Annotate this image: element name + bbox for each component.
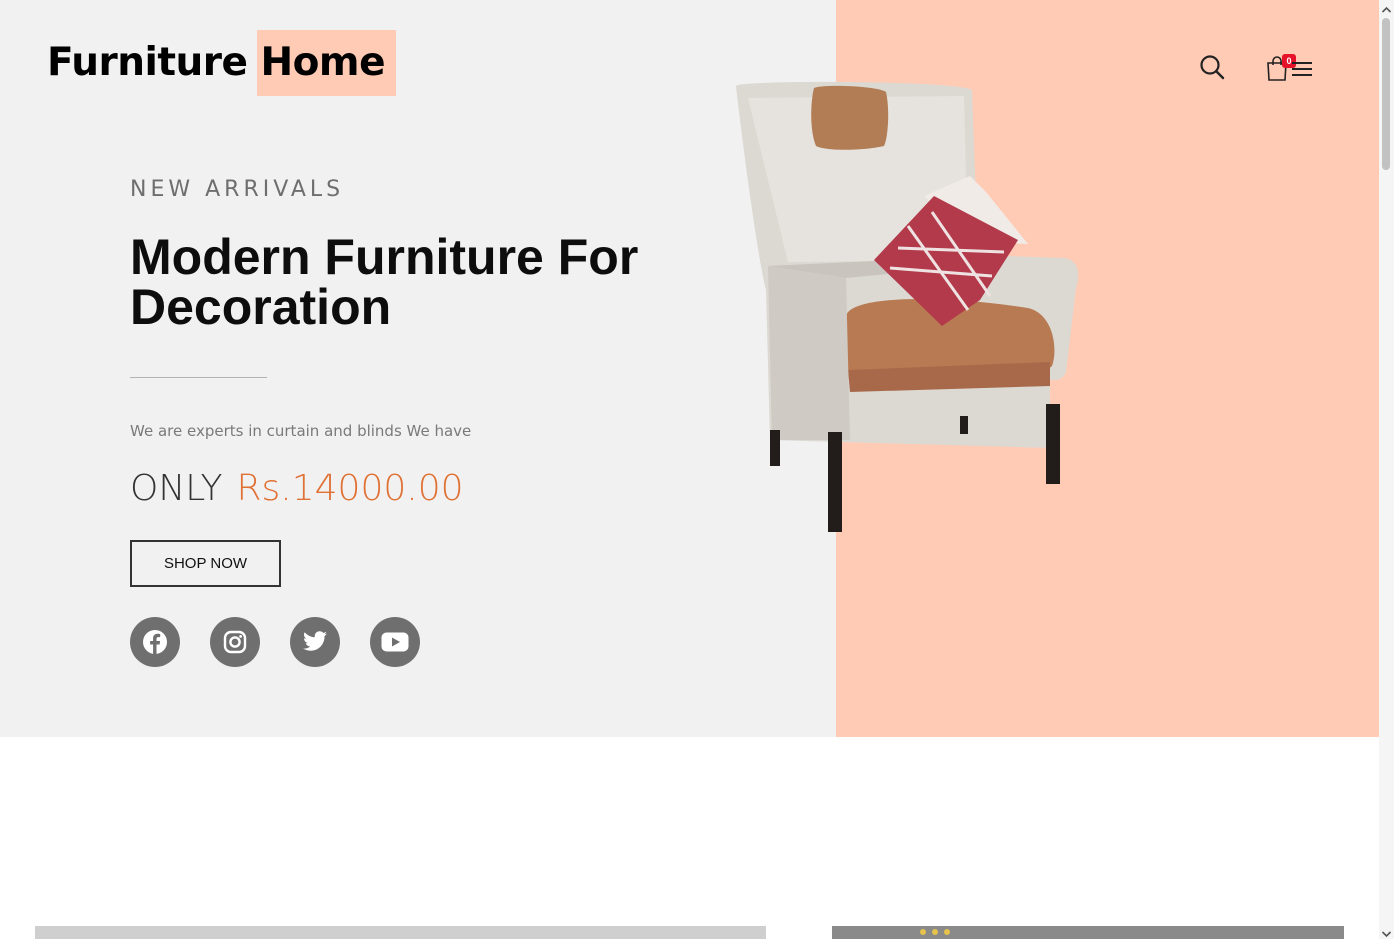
decor-dot (944, 929, 950, 935)
hero-description: We are experts in curtain and blinds We … (130, 422, 472, 440)
hero-eyebrow: NEW ARRIVALS (130, 177, 345, 202)
decor-dot (932, 929, 938, 935)
twitter-icon[interactable] (290, 617, 340, 667)
search-icon[interactable] (1199, 54, 1225, 80)
armchair-image (736, 81, 1079, 532)
price-label: ONLY (130, 468, 223, 509)
hero-headline: Modern Furniture For Decoration (130, 229, 639, 335)
youtube-icon[interactable] (370, 617, 420, 667)
scrollbar-thumb[interactable] (1382, 18, 1390, 170)
product-card-image-right[interactable] (832, 926, 1344, 939)
price-row: ONLY Rs.14000.00 (130, 468, 464, 509)
shop-now-button[interactable]: SHOP NOW (130, 540, 281, 587)
instagram-icon[interactable] (210, 617, 260, 667)
decor-dot (920, 929, 926, 935)
product-card-image-left[interactable] (35, 926, 766, 939)
scroll-down-arrow-icon[interactable] (1381, 926, 1392, 938)
facebook-icon[interactable] (130, 617, 180, 667)
hero-divider (130, 377, 267, 378)
price-value: Rs.14000.00 (236, 468, 464, 509)
site-logo[interactable]: Furniture Home (47, 40, 386, 85)
scroll-up-arrow-icon[interactable] (1381, 2, 1392, 13)
hamburger-menu-icon[interactable] (1291, 60, 1313, 78)
